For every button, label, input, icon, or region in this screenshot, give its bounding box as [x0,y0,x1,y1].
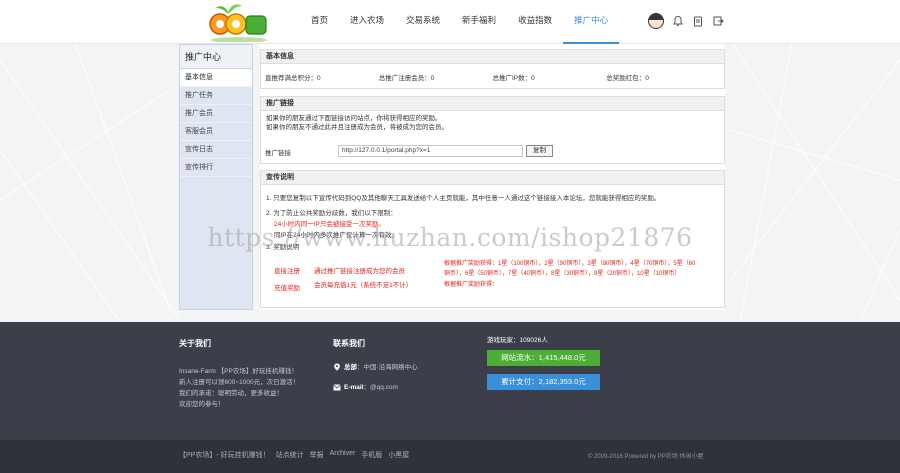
about-line: 新人注册可以领600~1000元，次日激活！ [179,379,300,386]
nav-promotion-center[interactable]: 推广中心 [563,0,620,44]
footer-address: 总部：中国·沿海网络中心 [344,362,418,373]
players-label: 游戏玩家： [487,337,520,344]
sidebar-item-promo-ranking[interactable]: 宣传排行 [180,159,252,177]
promo-link-panel: 推广链接 如果你的朋友通过下面链接访问站点，你将获得相应的奖励。 如果你的朋友不… [260,96,725,164]
footer-link-mobile[interactable]: 手机版 [361,450,382,460]
nav-newbie-bonus[interactable]: 新手福利 [451,0,507,44]
nav-home[interactable]: 首页 [300,0,339,44]
nav-earnings-index[interactable]: 收益指数 [507,0,563,44]
stat-registered-members: 总推广注册会员：0 [378,75,435,82]
main-nav: 首页 进入农场 交易系统 新手福利 收益指数 推广中心 [300,0,620,44]
footer-links: 【PP农场】- 好玩挂机赚钱！ 站点统计 举报 Archiver 手机版 小黑屋 [179,450,409,460]
reward-detail: 铜币），6星（50铜币），7星（40铜币），8星（30铜币），9星（20铜币），… [444,271,681,277]
location-pin-icon [334,363,340,371]
copy-button[interactable]: 复制 [526,145,553,157]
top-header: 首页 进入农场 交易系统 新手福利 收益指数 推广中心 [0,0,900,44]
sidebar-item-promo-log[interactable]: 宣传日志 [180,141,252,159]
footer-link-home[interactable]: 【PP农场】- 好玩挂机赚钱！ [179,450,270,460]
clipboard-icon[interactable] [692,15,704,27]
sidebar-item-basic-info[interactable]: 基本信息 [180,69,252,87]
footer-bottom-bar: 【PP农场】- 好玩挂机赚钱！ 站点统计 举报 Archiver 手机版 小黑屋… [0,440,900,473]
sidebar-item-promo-tasks[interactable]: 推广任务 [180,87,252,105]
logout-icon[interactable] [712,15,724,27]
total-paid-button[interactable]: 累计支付：2,182,353.0元 [487,374,600,390]
footer-about-title: 关于我们 [179,339,211,348]
address-value: ：中国·沿海网络中心 [357,364,418,371]
footer-link-report[interactable]: 举报 [310,450,324,460]
bell-icon[interactable] [672,15,684,27]
panel-title: 基本信息 [261,50,724,64]
footer-email: E-mail：@qq.com [344,382,398,393]
nav-trade-system[interactable]: 交易系统 [395,0,451,44]
watermark-text: https://www.huzhan.com/ishop21876 [207,223,693,252]
footer-players: 游戏玩家：109026人 [487,335,548,346]
reward-detail: 根据推广奖励获得：1星（100铜币），2星（90铜币），3星（80铜币），4星（… [444,261,696,267]
sidebar-item-promo-members[interactable]: 推广会员 [180,105,252,123]
envelope-icon [333,384,341,391]
footer-contact-title: 联系我们 [333,339,365,348]
reward-detail: 根据推广奖励获得： [444,282,499,288]
reward-label: 充值奖励 [274,285,300,292]
avatar[interactable] [648,13,664,29]
promo-url-input[interactable]: http://127.0.0.1/portal.php?x=1 [338,145,523,157]
header-icons [648,13,724,29]
copyright-text: © 2009-2016 Powered by PP农场 休闲小屋 [588,454,704,460]
link-desc-line: 如果你的朋友不通过此并且注册成为会员，将被成为您的会员。 [266,124,448,131]
basic-info-panel: 基本信息 直推荐满总积分：0 总推广注册会员：0 总推广IP数：0 总奖励红包：… [260,49,725,89]
email-value: ：@qq.com [363,384,398,391]
about-line: Insane-Farm 【PP农场】好玩挂机赚钱！ [179,368,298,375]
address-label: 总部 [344,364,357,371]
reward-desc: 通过推广链接注册成为您的会员 [314,268,405,275]
stat-red-packets: 总奖励红包：0 [606,75,649,82]
sidebar: 推广中心 基本信息 推广任务 推广会员 客服会员 宣传日志 宣传排行 [179,44,253,310]
about-line: 欢迎您的参与！ [179,401,225,408]
panel-title: 推广链接 [261,97,724,111]
stat-total-points: 直推荐满总积分：0 [265,75,321,82]
reward-label: 直接注册 [274,268,300,275]
link-description: 如果你的朋友通过下面链接访问站点，你将获得相应的奖励。 如果你的朋友不通过此并且… [261,111,724,132]
about-line: 我们的承诺：聪明劳动，更多收益！ [179,390,283,397]
site-logo[interactable] [208,2,270,42]
sidebar-title: 推广中心 [180,45,252,69]
link-desc-line: 如果你的朋友通过下面链接访问站点，你将获得相应的奖励。 [266,115,442,122]
reward-desc: 会员每充值1元（系统不足1不计） [314,282,413,289]
promo-line-2: 2. 为了防止公共奖励分歧数，我们以下限制： [266,210,397,217]
link-label: 推广链接 [265,150,291,157]
nav-enter-farm[interactable]: 进入农场 [339,0,395,44]
main-content: 基本信息 直推荐满总积分：0 总推广注册会员：0 总推广IP数：0 总奖励红包：… [260,44,725,310]
email-label: E-mail [344,384,364,391]
sidebar-item-service-members[interactable]: 客服会员 [180,123,252,141]
stat-ip-count: 总推广IP数：0 [492,75,535,82]
footer-about-text: Insane-Farm 【PP农场】好玩挂机赚钱！ 新人注册可以领600~100… [179,366,299,410]
promo-line-1: 1. 只要您复制以下宣传代码到QQ及其他聊天工具发送给个人主页就能，其中任意一人… [266,195,661,202]
panel-title: 宣传说明 [261,171,724,185]
footer-link-blackroom[interactable]: 小黑屋 [388,450,409,460]
footer-link-stats[interactable]: 站点统计 [276,450,304,460]
footer-link-archiver[interactable]: Archiver [330,450,356,460]
site-turnover-button[interactable]: 网站流水：1,415,448.0元 [487,350,600,366]
players-value: 109026人 [519,337,548,344]
